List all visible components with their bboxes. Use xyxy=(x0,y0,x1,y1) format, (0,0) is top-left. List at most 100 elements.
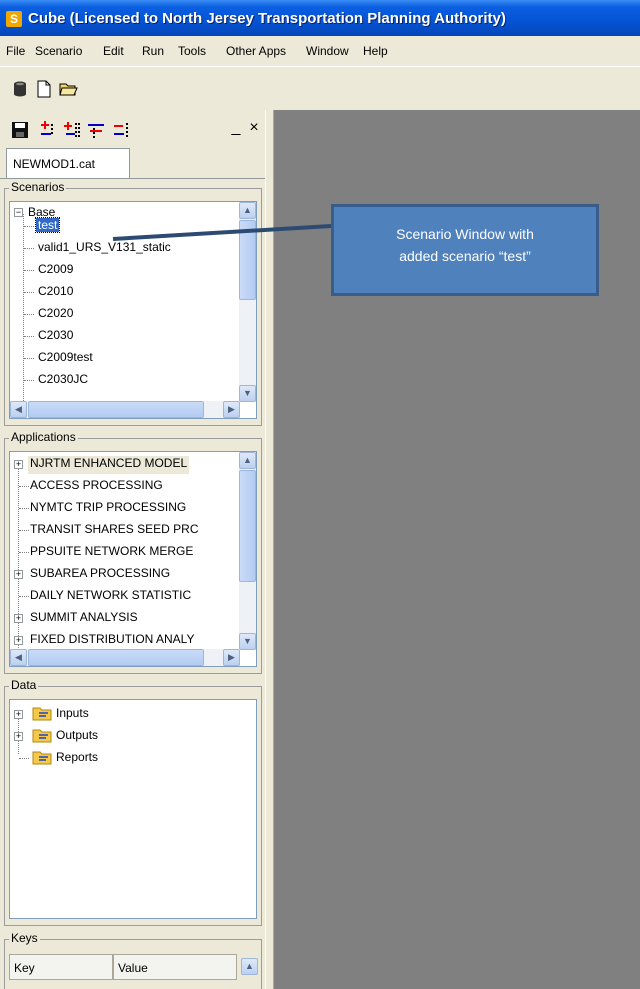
scenario-item[interactable]: C2030 xyxy=(38,328,73,346)
keys-column-key[interactable]: Key xyxy=(9,954,113,980)
tree-branch xyxy=(24,226,34,227)
edit-scenario-icon[interactable] xyxy=(86,120,106,140)
scenario-item[interactable]: C2030JC xyxy=(38,372,88,390)
minimize-button[interactable]: _ xyxy=(228,120,244,138)
tree-branch xyxy=(24,270,34,271)
menu-file[interactable]: File xyxy=(6,44,25,58)
scenario-item[interactable]: C2020 xyxy=(38,306,73,324)
callout-line-1: Scenario Window with xyxy=(396,226,534,242)
save-icon[interactable] xyxy=(10,120,30,140)
scenarios-label: Scenarios xyxy=(9,180,67,194)
catalog-panel: _ × NEWMOD1.cat Scenarios − Base test va… xyxy=(0,110,265,989)
tree-branch xyxy=(19,486,29,487)
add-scenario-icon[interactable] xyxy=(38,120,58,140)
tree-branch xyxy=(24,292,34,293)
scroll-left-icon[interactable]: ◀ xyxy=(10,649,27,666)
collapse-icon[interactable]: − xyxy=(14,208,23,217)
application-item[interactable]: FIXED DISTRIBUTION ANALY xyxy=(30,632,194,650)
expand-icon[interactable]: + xyxy=(14,570,23,579)
scenario-item[interactable]: valid1_URS_V131_static xyxy=(38,240,171,258)
tab-divider xyxy=(0,178,265,179)
tree-branch xyxy=(24,380,34,381)
window-title: Cube (Licensed to North Jersey Transport… xyxy=(28,10,506,27)
keys-group: Keys Key Value ▲ xyxy=(4,931,262,989)
database-icon[interactable] xyxy=(10,79,30,99)
cube-app-icon[interactable]: S xyxy=(6,11,22,27)
main-toolbar xyxy=(0,66,640,110)
scenario-vscrollbar[interactable]: ▲ ▼ xyxy=(239,202,256,402)
title-bar: S Cube (Licensed to North Jersey Transpo… xyxy=(0,0,640,36)
scroll-up-icon[interactable]: ▲ xyxy=(239,452,256,469)
catalog-toolbar: _ × xyxy=(0,110,265,146)
scenario-item-test[interactable]: test xyxy=(34,217,61,233)
scroll-thumb[interactable] xyxy=(28,649,204,666)
scroll-up-icon[interactable]: ▲ xyxy=(239,202,256,219)
scroll-left-icon[interactable]: ◀ xyxy=(10,401,27,418)
scenarios-group: Scenarios − Base test valid1_URS_V131_st… xyxy=(4,180,262,426)
application-tree[interactable]: + NJRTM ENHANCED MODEL ACCESS PROCESSING… xyxy=(9,451,257,667)
scroll-right-icon[interactable]: ▶ xyxy=(223,649,240,666)
tree-line xyxy=(18,464,19,654)
tab-catalog-file[interactable]: NEWMOD1.cat xyxy=(6,148,130,178)
panel-splitter[interactable] xyxy=(265,110,274,989)
scenario-item[interactable]: C2009 xyxy=(38,262,73,280)
tree-branch xyxy=(19,552,29,553)
scenario-tree[interactable]: − Base test valid1_URS_V131_static C2009… xyxy=(9,201,257,419)
add-child-scenario-icon[interactable] xyxy=(62,120,82,140)
application-vscrollbar[interactable]: ▲ ▼ xyxy=(239,452,256,650)
folder-icon xyxy=(32,707,52,721)
menu-window[interactable]: Window xyxy=(306,44,349,58)
application-item[interactable]: NJRTM ENHANCED MODEL xyxy=(28,456,190,474)
scroll-down-icon[interactable]: ▼ xyxy=(239,385,256,402)
application-item[interactable]: SUBAREA PROCESSING xyxy=(30,566,170,584)
expand-icon[interactable]: + xyxy=(14,460,23,469)
data-item-outputs[interactable]: Outputs xyxy=(56,728,98,746)
scroll-right-icon[interactable]: ▶ xyxy=(223,401,240,418)
application-item[interactable]: ACCESS PROCESSING xyxy=(30,478,163,496)
application-item[interactable]: TRANSIT SHARES SEED PRC xyxy=(30,522,198,540)
expand-icon[interactable]: + xyxy=(14,614,23,623)
menu-tools[interactable]: Tools xyxy=(178,44,206,58)
menu-run[interactable]: Run xyxy=(142,44,164,58)
menu-bar: File Scenario Edit Run Tools Other Apps … xyxy=(0,36,640,66)
application-item[interactable]: SUMMIT ANALYSIS xyxy=(30,610,138,628)
folder-icon xyxy=(32,751,52,765)
keys-label: Keys xyxy=(9,931,40,945)
callout-line-2: added scenario “test” xyxy=(399,248,531,264)
open-folder-icon[interactable] xyxy=(58,79,78,99)
application-item[interactable]: DAILY NETWORK STATISTIC xyxy=(30,588,191,606)
delete-scenario-icon[interactable] xyxy=(112,120,132,140)
expand-icon[interactable]: + xyxy=(14,710,23,719)
menu-scenario[interactable]: Scenario xyxy=(35,44,82,58)
scenario-hscrollbar[interactable]: ◀ ▶ xyxy=(10,401,240,418)
tree-branch xyxy=(19,596,29,597)
application-hscrollbar[interactable]: ◀ ▶ xyxy=(10,649,240,666)
data-tree[interactable]: + Inputs + Outputs Reports xyxy=(9,699,257,919)
close-button[interactable]: × xyxy=(246,120,262,138)
application-item[interactable]: PPSUITE NETWORK MERGE xyxy=(30,544,193,562)
scroll-up-icon[interactable]: ▲ xyxy=(241,958,258,975)
scenario-item[interactable]: C2010 xyxy=(38,284,73,302)
keys-column-value[interactable]: Value xyxy=(113,954,237,980)
application-item[interactable]: NYMTC TRIP PROCESSING xyxy=(30,500,186,518)
tree-branch xyxy=(19,508,29,509)
tree-branch xyxy=(24,248,34,249)
expand-icon[interactable]: + xyxy=(14,732,23,741)
new-file-icon[interactable] xyxy=(34,79,54,99)
data-label: Data xyxy=(9,678,39,692)
scroll-thumb[interactable] xyxy=(239,470,256,582)
scenario-item[interactable]: C2009test xyxy=(38,350,93,368)
scroll-thumb[interactable] xyxy=(239,220,256,300)
scroll-thumb[interactable] xyxy=(28,401,204,418)
data-item-inputs[interactable]: Inputs xyxy=(56,706,89,724)
applications-label: Applications xyxy=(9,430,78,444)
expand-icon[interactable]: + xyxy=(14,636,23,645)
menu-help[interactable]: Help xyxy=(363,44,388,58)
data-item-reports[interactable]: Reports xyxy=(56,750,98,768)
menu-edit[interactable]: Edit xyxy=(103,44,124,58)
annotation-callout: Scenario Window with added scenario “tes… xyxy=(331,204,599,296)
tree-branch xyxy=(24,336,34,337)
scroll-down-icon[interactable]: ▼ xyxy=(239,633,256,650)
menu-other-apps[interactable]: Other Apps xyxy=(226,44,286,58)
tree-branch xyxy=(24,314,34,315)
